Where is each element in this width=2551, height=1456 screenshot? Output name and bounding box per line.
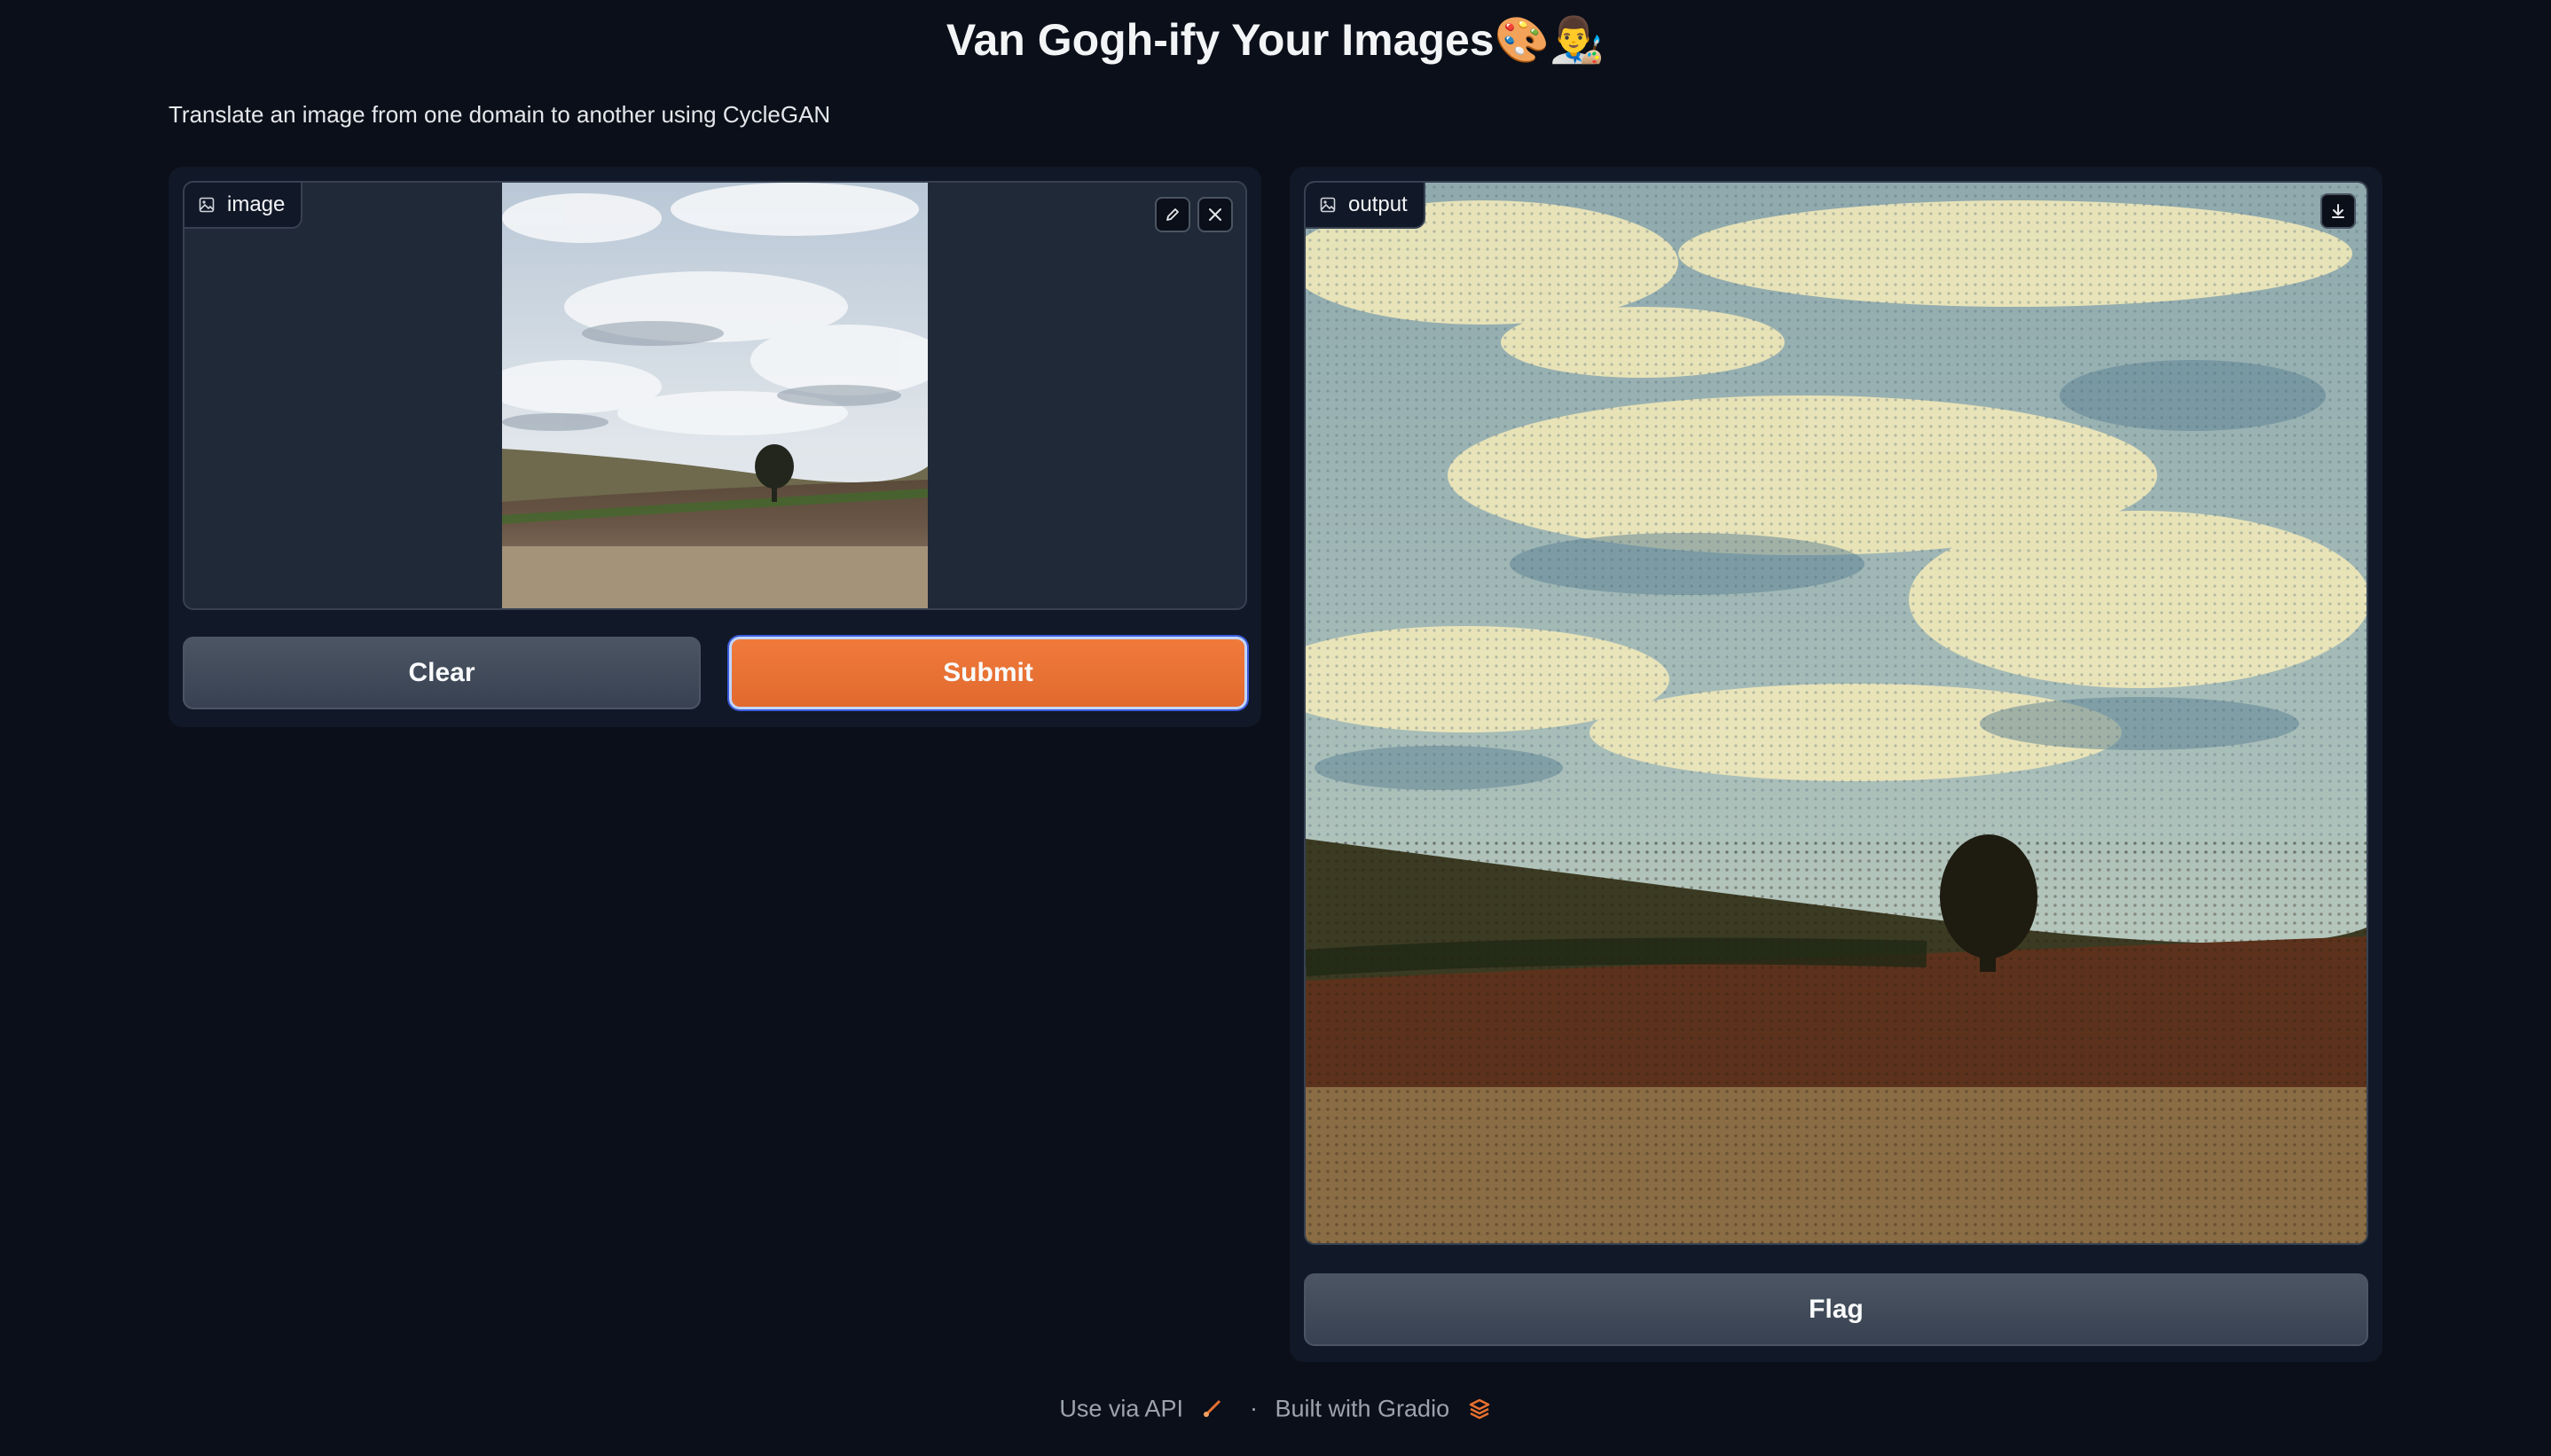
- image-icon: [199, 197, 215, 213]
- image-icon: [1320, 197, 1336, 213]
- image-output-label-text: output: [1348, 192, 1408, 216]
- gradio-logo-icon: [1469, 1398, 1489, 1420]
- clear-button[interactable]: Clear: [183, 637, 701, 709]
- page-description: Translate an image from one domain to an…: [169, 101, 831, 128]
- title-emoji: 🎨👨‍🎨: [1494, 14, 1605, 66]
- close-icon: [1209, 208, 1221, 221]
- pencil-icon: [1166, 208, 1179, 221]
- download-button[interactable]: [2320, 193, 2356, 229]
- image-input[interactable]: image: [183, 181, 1247, 610]
- image-output-label: output: [1306, 183, 1425, 229]
- edit-button[interactable]: [1155, 197, 1190, 232]
- output-painting-image: [1306, 183, 2367, 1243]
- rocket-icon: [1204, 1399, 1221, 1417]
- use-via-api-link[interactable]: Use via API: [1059, 1395, 1183, 1421]
- input-panel: image Clear Submit: [169, 167, 1261, 727]
- input-landscape-image: [502, 183, 928, 608]
- flag-button[interactable]: Flag: [1304, 1273, 2368, 1346]
- page-title: Van Gogh-ify Your Images🎨👨‍🎨: [0, 9, 2551, 71]
- footer-separator: ·: [1249, 1395, 1258, 1422]
- submit-button[interactable]: Submit: [729, 637, 1247, 709]
- page-title-text: Van Gogh-ify Your Images: [946, 15, 1495, 65]
- clear-image-button[interactable]: [1197, 197, 1233, 232]
- image-input-label-text: image: [227, 192, 286, 216]
- output-panel: output Flag: [1290, 167, 2382, 1362]
- built-with-gradio-link[interactable]: Built with Gradio: [1276, 1395, 1450, 1421]
- image-output: output: [1304, 181, 2368, 1245]
- image-input-label: image: [184, 183, 303, 229]
- footer: Use via API · Built with Gradio: [0, 1394, 2551, 1422]
- download-icon: [2332, 204, 2344, 218]
